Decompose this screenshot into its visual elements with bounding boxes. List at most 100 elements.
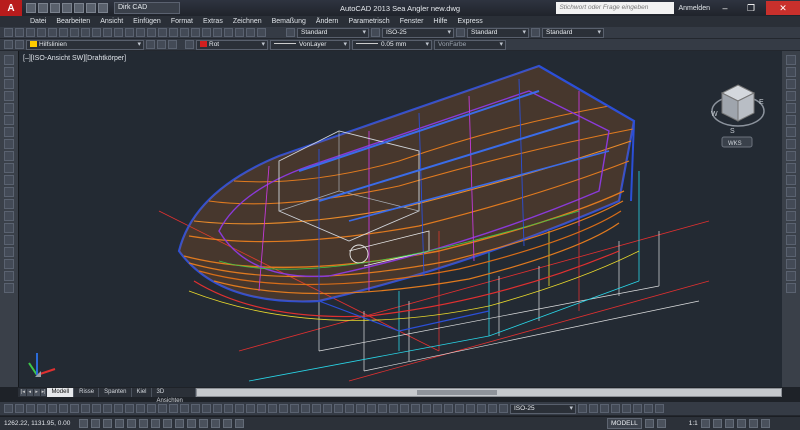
- design-center-icon[interactable]: [202, 28, 211, 37]
- baseline-icon[interactable]: [103, 404, 112, 413]
- quick-properties-toggle[interactable]: [223, 419, 232, 428]
- pan-icon[interactable]: [147, 28, 156, 37]
- menu-parametrisch[interactable]: Parametrisch: [348, 18, 389, 25]
- snap-none-icon[interactable]: [334, 404, 343, 413]
- save-icon[interactable]: [26, 28, 35, 37]
- jogged-linear-icon[interactable]: [180, 404, 189, 413]
- multiline-text-icon[interactable]: [4, 271, 14, 281]
- match-properties-icon[interactable]: [103, 28, 112, 37]
- camera-icon[interactable]: [633, 404, 642, 413]
- ucs-view-icon[interactable]: [411, 404, 420, 413]
- modify-explode-icon[interactable]: [786, 247, 796, 257]
- properties-icon[interactable]: [191, 28, 200, 37]
- visual-style-icon[interactable]: [589, 404, 598, 413]
- lineweight-toggle[interactable]: [199, 419, 208, 428]
- plotstyle-select[interactable]: VonFarbe: [434, 39, 506, 50]
- infer-constraints-toggle[interactable]: [79, 419, 88, 428]
- make-block-icon[interactable]: [4, 199, 14, 209]
- aligned-dim-icon[interactable]: [15, 404, 24, 413]
- workspace-select[interactable]: Dirk CAD: [114, 2, 180, 14]
- hatch-icon[interactable]: [4, 223, 14, 233]
- line-icon[interactable]: [4, 55, 14, 65]
- make-current-icon[interactable]: [146, 40, 155, 49]
- diameter-icon[interactable]: [70, 404, 79, 413]
- tolerance-icon[interactable]: [147, 404, 156, 413]
- menu-datei[interactable]: Datei: [30, 18, 46, 25]
- ucs-z-icon[interactable]: [477, 404, 486, 413]
- save-icon[interactable]: [50, 3, 60, 13]
- snap-quadrant-icon[interactable]: [268, 404, 277, 413]
- showmotion-icon[interactable]: [786, 103, 796, 113]
- table-style-select[interactable]: Standard: [467, 27, 529, 38]
- application-menu-button[interactable]: A: [0, 0, 22, 16]
- arc-length-icon[interactable]: [26, 404, 35, 413]
- spline-icon[interactable]: [4, 151, 14, 161]
- osnap-settings-icon[interactable]: [345, 404, 354, 413]
- tab-spanten[interactable]: Spanten: [100, 388, 132, 397]
- modify-offset-icon[interactable]: [786, 283, 796, 293]
- modify-mirror-icon[interactable]: [786, 271, 796, 281]
- osnap-toggle[interactable]: [139, 419, 148, 428]
- clean-screen-icon[interactable]: [760, 419, 770, 428]
- cut-icon[interactable]: [70, 28, 79, 37]
- modify-join-icon[interactable]: [786, 211, 796, 221]
- snap-parallel-icon[interactable]: [301, 404, 310, 413]
- steering-wheel-icon[interactable]: [786, 55, 796, 65]
- modify-move-icon[interactable]: [786, 115, 796, 125]
- workspace-switch-icon[interactable]: [712, 419, 722, 428]
- drawing-viewport[interactable]: [–][ISO-Ansicht SW][Drahtkörper] W E S W…: [18, 51, 782, 387]
- multileader-style-select[interactable]: Standard: [542, 27, 604, 38]
- grid-toggle[interactable]: [103, 419, 112, 428]
- ucs-world-icon[interactable]: [367, 404, 376, 413]
- calculator-icon[interactable]: [246, 28, 255, 37]
- redo-icon[interactable]: [136, 28, 145, 37]
- zoom-window-icon[interactable]: [169, 28, 178, 37]
- zoom-previous-icon[interactable]: [180, 28, 189, 37]
- polygon-icon[interactable]: [4, 91, 14, 101]
- paste-icon[interactable]: [92, 28, 101, 37]
- quick-dim-icon[interactable]: [92, 404, 101, 413]
- gradient-icon[interactable]: [4, 235, 14, 245]
- revision-cloud-icon[interactable]: [4, 139, 14, 149]
- ellipse-arc-icon[interactable]: [4, 175, 14, 185]
- preview-icon[interactable]: [48, 28, 57, 37]
- redo-icon[interactable]: [98, 3, 108, 13]
- point-icon[interactable]: [4, 211, 14, 221]
- dim-space-icon[interactable]: [125, 404, 134, 413]
- lock-icon[interactable]: [724, 419, 734, 428]
- layer-match-icon[interactable]: [168, 40, 177, 49]
- inspection-icon[interactable]: [169, 404, 178, 413]
- construction-line-icon[interactable]: [4, 67, 14, 77]
- tab-modell[interactable]: Modell: [47, 388, 75, 397]
- scrollbar-thumb[interactable]: [417, 390, 497, 395]
- menu-hilfe[interactable]: Hilfe: [433, 18, 447, 25]
- undo-icon[interactable]: [125, 28, 134, 37]
- linetype-select[interactable]: VonLayer: [270, 39, 350, 50]
- snap-perpendicular-icon[interactable]: [290, 404, 299, 413]
- angular-icon[interactable]: [81, 404, 90, 413]
- tool-palettes-icon[interactable]: [213, 28, 222, 37]
- print-icon[interactable]: [74, 3, 84, 13]
- radius-icon[interactable]: [48, 404, 57, 413]
- center-mark-icon[interactable]: [158, 404, 167, 413]
- snap-tangent-icon[interactable]: [279, 404, 288, 413]
- modify-stretch-icon[interactable]: [786, 163, 796, 173]
- tab-last-button[interactable]: ▸|: [40, 389, 47, 396]
- color-select[interactable]: Rot: [196, 39, 268, 50]
- model-space-button[interactable]: MODELL: [607, 418, 642, 429]
- zoom-icon[interactable]: [786, 79, 796, 89]
- modify-chamfer-icon[interactable]: [786, 223, 796, 233]
- print-icon[interactable]: [37, 28, 46, 37]
- tab-first-button[interactable]: |◂: [20, 389, 26, 396]
- coordinate-readout[interactable]: 1262.22, 1131.95, 0.00: [4, 420, 76, 427]
- ucs-apply-icon[interactable]: [488, 404, 497, 413]
- ucs-face-icon[interactable]: [389, 404, 398, 413]
- menu-fenster[interactable]: Fenster: [400, 18, 424, 25]
- annotation-visibility-icon[interactable]: [700, 419, 710, 428]
- snap-toggle[interactable]: [91, 419, 100, 428]
- help-search-input[interactable]: Stichwort oder Frage eingeben: [556, 2, 675, 14]
- block-editor-icon[interactable]: [114, 28, 123, 37]
- menu-extras[interactable]: Extras: [203, 18, 223, 25]
- modify-rotate-icon[interactable]: [786, 139, 796, 149]
- dim-update-icon[interactable]: [213, 404, 222, 413]
